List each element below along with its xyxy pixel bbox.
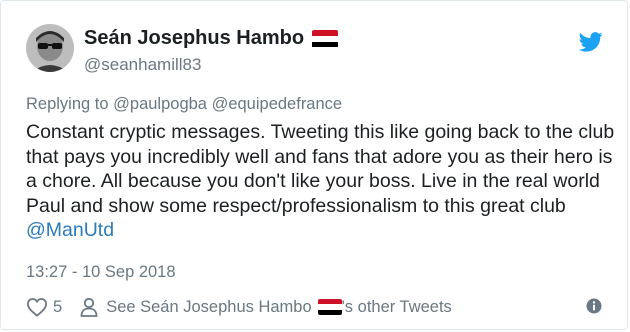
replying-to: Replying to @paulpogba @equipedefrance	[26, 95, 342, 114]
twitter-bird-icon[interactable]	[579, 32, 603, 52]
like-count[interactable]: 5	[53, 298, 62, 317]
user-handle[interactable]: @seanhamill83	[84, 55, 201, 75]
mention-link[interactable]: @ManUtd	[26, 219, 114, 241]
flag-icon	[317, 299, 342, 315]
mention-link[interactable]: @paulpogba	[113, 95, 207, 113]
tweet-text: Constant cryptic messages. Tweeting this…	[26, 120, 616, 243]
see-other-tweets-link[interactable]: See Seán Josephus Hambo 's other Tweets	[106, 298, 452, 317]
heart-icon[interactable]	[26, 297, 48, 317]
display-name[interactable]: Seán Josephus Hambo	[84, 27, 304, 50]
user-name-row[interactable]: Seán Josephus Hambo	[84, 27, 339, 50]
tweet-actions: 5 See Seán Josephus Hambo 's other Tweet…	[26, 297, 452, 317]
timestamp[interactable]: 13:27 - 10 Sep 2018	[26, 263, 176, 282]
see-other-tweets-prefix: See Seán Josephus Hambo	[106, 297, 312, 316]
see-other-tweets-suffix: 's other Tweets	[341, 297, 452, 316]
avatar-image	[26, 24, 74, 72]
mention-link[interactable]: @equipedefrance	[212, 95, 343, 113]
person-icon	[80, 297, 98, 317]
tweet-body-text: Constant cryptic messages. Tweeting this…	[26, 121, 615, 217]
flag-icon	[312, 29, 339, 48]
replying-to-label: Replying to	[26, 95, 109, 113]
avatar[interactable]	[26, 24, 74, 72]
embedded-tweet: Seán Josephus Hambo @seanhamill83 Replyi…	[0, 0, 628, 330]
info-icon[interactable]	[586, 298, 602, 314]
